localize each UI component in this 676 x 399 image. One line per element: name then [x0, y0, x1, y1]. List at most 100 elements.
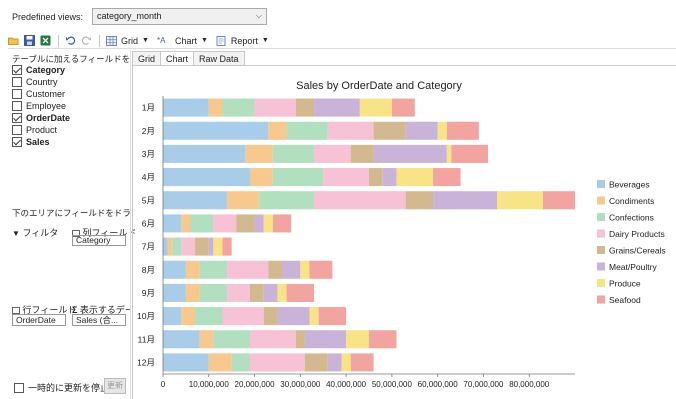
open-folder-icon[interactable] — [8, 35, 19, 46]
bar-segment — [227, 191, 260, 210]
bar-segment — [249, 330, 296, 349]
chevron-down-icon: ▼ — [261, 37, 269, 44]
field-item[interactable]: Customer — [12, 89, 65, 99]
legend-label: Condiments — [609, 196, 654, 206]
chart-menu[interactable]: *A Chart ▼ — [157, 36, 208, 46]
y-tick-label: 5月 — [142, 195, 155, 205]
bar-segment — [369, 330, 397, 349]
x-tick-label: 20,000,000 — [235, 380, 276, 389]
field-checkbox[interactable] — [12, 137, 22, 147]
bar-segment — [286, 283, 315, 302]
legend-label: Meat/Poultry — [609, 262, 657, 272]
bar-segment — [172, 237, 182, 256]
bar-segment — [208, 237, 214, 256]
bar-segment — [249, 283, 264, 302]
y-tick-label: 2月 — [142, 126, 155, 136]
bar-segment — [373, 144, 447, 163]
bar-segment — [350, 353, 374, 372]
bar-segment — [163, 168, 250, 187]
y-tick-label: 8月 — [142, 265, 155, 275]
field-checkbox[interactable] — [12, 125, 22, 135]
tab-chart[interactable]: Chart — [160, 51, 195, 65]
row-field-chip[interactable]: OrderDate — [12, 314, 66, 326]
bar-segment — [163, 283, 186, 302]
bar-segment — [369, 168, 383, 187]
drag-area-title: 下のエリアにフィールドをドラッグして — [12, 208, 130, 218]
x-tick-label: 40,000,000 — [326, 380, 367, 389]
field-checkbox[interactable] — [12, 89, 22, 99]
y-tick-label: 6月 — [142, 218, 155, 228]
legend-swatch — [597, 279, 605, 287]
bar-segment — [314, 144, 351, 163]
tab-raw-data[interactable]: Raw Data — [193, 51, 245, 65]
bar-segment — [382, 168, 397, 187]
field-item[interactable]: Product — [12, 125, 57, 135]
filter-icon: ▼ — [12, 229, 20, 238]
defer-update-checkbox[interactable] — [14, 382, 24, 393]
bar-segment — [314, 191, 406, 210]
toolbar: Grid ▼ *A Chart ▼ Report ▼ — [8, 33, 676, 49]
field-checkbox[interactable] — [12, 65, 22, 75]
report-menu-label: Report — [230, 35, 258, 46]
bar-segment — [163, 307, 182, 326]
values-field-chip[interactable]: Sales (合... — [72, 314, 126, 326]
field-item[interactable]: Category — [12, 65, 65, 75]
column-field-chip[interactable]: Category — [72, 235, 126, 246]
bar-segment — [227, 283, 250, 302]
bar-segment — [451, 144, 489, 163]
undo-icon[interactable] — [65, 35, 76, 46]
bar-segment — [236, 214, 255, 233]
bar-segment — [282, 260, 301, 279]
bar-segment — [272, 144, 315, 163]
chevron-down-icon: ▼ — [142, 37, 149, 44]
row-icon — [12, 307, 20, 314]
bar-segment — [304, 353, 328, 372]
legend-swatch — [597, 229, 605, 238]
panel-splitter[interactable] — [130, 50, 131, 399]
bar-segment — [167, 237, 173, 256]
bar-segment — [405, 121, 438, 140]
y-tick-label: 4月 — [142, 172, 155, 182]
report-menu[interactable]: Report ▼ — [216, 36, 269, 46]
chart-title: Sales by OrderDate and Category — [296, 80, 462, 92]
bar-segment — [304, 330, 347, 349]
predefined-views-select[interactable]: category_month ⌵ — [92, 8, 267, 25]
view-tabs: Grid Chart Raw Data — [132, 51, 245, 65]
filter-area-label: ▼ フィルタ — [12, 226, 58, 239]
field-item[interactable]: Sales — [12, 137, 50, 147]
grid-menu[interactable]: Grid ▼ — [106, 36, 149, 46]
bar-segment — [254, 98, 296, 117]
bar-segment — [254, 214, 264, 233]
field-checkbox[interactable] — [12, 77, 22, 87]
field-checkbox[interactable] — [12, 113, 22, 123]
bar-segment — [433, 191, 498, 210]
field-item[interactable]: OrderDate — [12, 113, 70, 123]
legend-label: Seafood — [609, 295, 641, 305]
excel-icon[interactable] — [40, 35, 51, 46]
defer-update-row: 一時的に更新を停止... — [14, 381, 117, 394]
tab-grid[interactable]: Grid — [132, 51, 162, 65]
bar-segment — [249, 168, 273, 187]
filter-label-text: フィルタ — [22, 228, 59, 238]
bar-segment — [263, 214, 273, 233]
field-item[interactable]: Country — [12, 77, 58, 87]
legend-label: Produce — [609, 279, 641, 289]
legend-swatch — [597, 213, 605, 221]
bar-segment — [309, 260, 333, 279]
sales-chart: Sales by OrderDate and Category 1月 2月 3月 4月 5… — [137, 80, 666, 389]
legend-label: Grains/Cereals — [609, 246, 666, 256]
bar-segment — [497, 191, 543, 210]
bar-segment — [245, 144, 273, 163]
field-checkbox[interactable] — [12, 101, 22, 111]
redo-icon[interactable] — [81, 35, 92, 46]
field-label: Sales — [26, 137, 50, 147]
save-icon[interactable] — [24, 35, 35, 46]
bar-segment — [163, 353, 209, 372]
field-item[interactable]: Employee — [12, 101, 66, 111]
bar-segment — [181, 214, 191, 233]
update-button[interactable]: 更新 — [104, 378, 126, 394]
bar-segment — [185, 260, 200, 279]
toolbar-separator — [58, 34, 59, 47]
legend-label: Confections — [609, 213, 654, 223]
bar-segment — [208, 98, 223, 117]
